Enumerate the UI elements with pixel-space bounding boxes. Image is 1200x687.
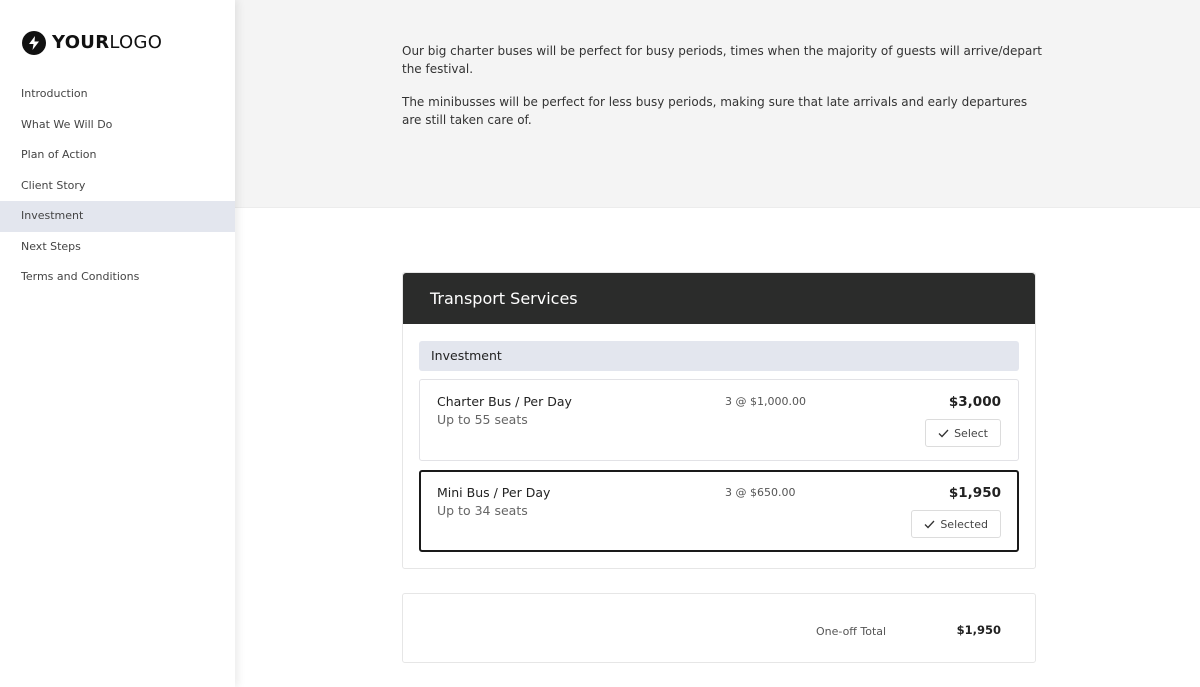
logo-text: YOURLOGO	[52, 31, 162, 55]
item-price: $3,000	[948, 394, 1001, 410]
item-price: $1,950	[948, 485, 1001, 501]
total-label: One-off Total	[816, 625, 887, 638]
sidebar-item-what-we-will-do[interactable]: What We Will Do	[0, 110, 235, 141]
selected-button-label: Selected	[940, 517, 988, 531]
item-name: Mini Bus / Per Day	[437, 485, 551, 500]
total-summary: One-off Total $1,950	[402, 593, 1036, 663]
pricing-table: Transport Services Investment Charter Bu…	[402, 272, 1036, 569]
intro-paragraph: The minibusses will be perfect for less …	[402, 95, 1028, 127]
item-description: Up to 34 seats	[437, 503, 528, 518]
checkmark-icon	[938, 429, 949, 438]
sidebar: YOURLOGO Introduction What We Will Do Pl…	[0, 0, 235, 687]
total-value: $1,950	[956, 623, 1001, 637]
sidebar-nav: Introduction What We Will Do Plan of Act…	[0, 79, 235, 293]
checkmark-icon	[924, 520, 935, 529]
sidebar-item-introduction[interactable]: Introduction	[0, 79, 235, 110]
item-quantity: 3 @ $1,000.00	[725, 395, 806, 408]
pricing-table-title: Transport Services	[403, 273, 1035, 324]
sidebar-item-plan-of-action[interactable]: Plan of Action	[0, 140, 235, 171]
intro-paragraph: Our big charter buses will be perfect fo…	[402, 44, 1042, 76]
pricing-item-charter-bus[interactable]: Charter Bus / Per Day Up to 55 seats 3 @…	[419, 379, 1019, 461]
pricing-section-label: Investment	[419, 341, 1019, 371]
select-button[interactable]: Select	[925, 419, 1001, 447]
item-quantity: 3 @ $650.00	[725, 486, 796, 499]
select-button-label: Select	[954, 426, 988, 440]
logo[interactable]: YOURLOGO	[22, 31, 162, 55]
main-content: Our big charter buses will be perfect fo…	[235, 0, 1200, 687]
sidebar-item-client-story[interactable]: Client Story	[0, 171, 235, 202]
intro-text: Our big charter buses will be perfect fo…	[402, 42, 1042, 144]
pricing-item-mini-bus[interactable]: Mini Bus / Per Day Up to 34 seats 3 @ $6…	[419, 470, 1019, 552]
intro-section: Our big charter buses will be perfect fo…	[235, 0, 1200, 208]
sidebar-item-next-steps[interactable]: Next Steps	[0, 232, 235, 263]
item-name: Charter Bus / Per Day	[437, 394, 572, 409]
logo-text-light: LOGO	[109, 32, 163, 53]
lightning-bolt-icon	[22, 31, 46, 55]
item-description: Up to 55 seats	[437, 412, 528, 427]
logo-text-bold: YOUR	[52, 32, 110, 53]
sidebar-item-terms-and-conditions[interactable]: Terms and Conditions	[0, 262, 235, 293]
selected-button[interactable]: Selected	[911, 510, 1001, 538]
sidebar-item-investment[interactable]: Investment	[0, 201, 235, 232]
